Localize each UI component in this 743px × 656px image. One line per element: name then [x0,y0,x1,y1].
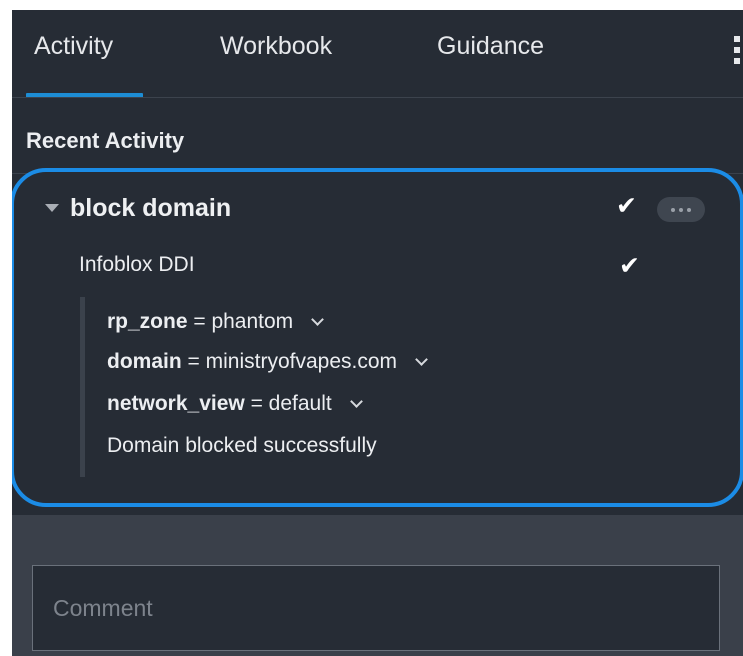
tab-divider [12,97,743,98]
chevron-down-icon[interactable] [311,313,324,326]
tab-activity[interactable]: Activity [34,32,113,61]
parameter-value: default [268,392,332,415]
parameter-rp-zone: rp_zone = phantom [107,310,324,334]
action-name[interactable]: block domain [70,194,231,223]
more-options-icon[interactable] [657,197,705,222]
parameter-domain: domain = ministryofvapes.com [107,350,428,374]
comment-area [12,515,743,656]
caret-down-icon[interactable] [45,204,59,212]
parameter-key: network_view [107,392,245,415]
tab-guidance[interactable]: Guidance [437,32,544,61]
parameter-bar [80,297,85,477]
checkmark-icon: ✔ [619,252,640,280]
tab-workbook[interactable]: Workbook [220,32,332,61]
tab-bar: Activity Workbook Guidance [12,10,743,98]
result-message: Domain blocked successfully [107,434,377,457]
activity-panel: Activity Workbook Guidance Recent Activi… [12,10,743,656]
app-name: Infoblox DDI [79,253,195,276]
checkmark-icon: ✔ [616,192,637,220]
parameter-network-view: network_view = default [107,392,363,416]
kebab-menu-icon[interactable] [734,36,740,64]
parameter-key: domain [107,350,182,373]
parameter-value: phantom [211,310,294,333]
chevron-down-icon[interactable] [414,353,428,366]
chevron-down-icon[interactable] [349,395,363,408]
section-title: Recent Activity [26,128,185,153]
parameter-key: rp_zone [107,310,188,333]
parameter-value: ministryofvapes.com [205,350,397,373]
comment-input[interactable] [32,565,720,651]
